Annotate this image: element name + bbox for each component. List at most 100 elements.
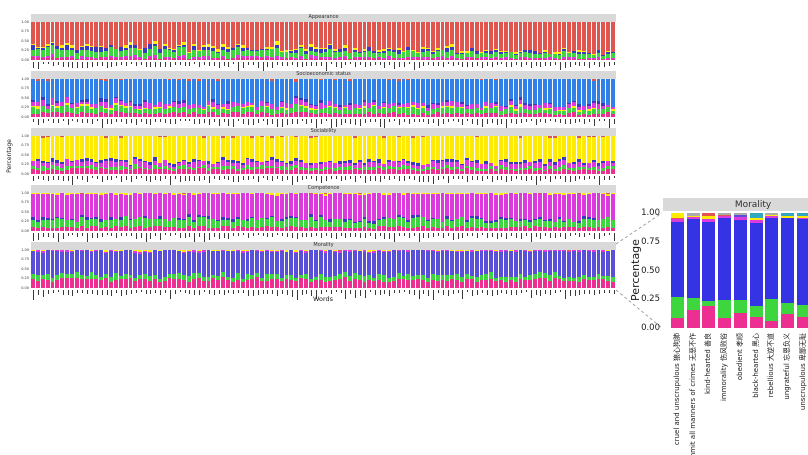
bar-segment-red [119,22,123,47]
bar-segment-violet [138,254,142,275]
bar-segment-green [168,50,172,57]
stacked-bar [94,136,98,175]
stacked-bar [353,250,357,289]
bar-segment-pink [548,281,552,288]
bar-segment-magenta [484,194,488,221]
x-tick-label-smudge [243,290,244,293]
bar-segment-pink [611,114,615,117]
x-tick-label-smudge [287,233,288,237]
stacked-bar [504,193,508,232]
bar-segment-pink [85,113,89,117]
bar-segment-pink [528,114,532,117]
bar-segment-violet [241,253,245,279]
bar-segment-pink [148,58,152,60]
x-tick-label-smudge [355,233,356,237]
stacked-bar [538,79,542,118]
bar-segment-green [143,218,147,228]
x-tick-label-smudge [414,176,415,180]
bar-segment-green [265,219,269,226]
bar-segment-pink [328,227,332,231]
stacked-bar [158,22,162,61]
bar-segment-green [65,220,69,227]
bar-segment-yellow [402,136,406,160]
stacked-bar [377,193,381,232]
x-tick-label-smudge [214,176,215,179]
bar-segment-blue [343,79,347,106]
stacked-bar [246,22,250,61]
bar-segment-pink [172,58,176,60]
x-tick-label-smudge [526,119,527,122]
stacked-bar [241,136,245,175]
stacked-bar [416,250,420,289]
bar-segment-magenta [104,194,108,220]
bar-segment-pink [392,281,396,288]
x-tick-label-smudge [267,119,268,125]
x-tick-label-smudge [506,290,507,294]
bar-segment-violet [70,252,74,274]
bar-segment-violet [402,250,406,276]
bar-segment-blue [270,81,274,104]
bar-segment-pink [246,112,250,117]
bar-segment-yellow [319,136,323,163]
bar-segment-blue [275,79,279,108]
stacked-bar [543,79,547,118]
stacked-bar [392,250,396,289]
bar-segment-yellow [241,136,245,163]
bar-segment-pink [270,227,274,231]
bar-segment-pink [718,318,731,328]
bar-segment-violet [46,250,50,273]
bar-segment-pink [397,59,401,60]
stacked-bar [523,250,527,289]
bar-segment-pink [431,114,435,117]
bar-segment-pink [250,227,254,231]
bar-segment-violet [558,251,562,276]
bar-segment-magenta [163,194,167,219]
x-tick-label-smudge [609,176,610,180]
bar-segment-pink [231,228,235,231]
x-tick-label-smudge [204,233,205,242]
bar-segment-violet [450,251,454,275]
x-tick-label-smudge [375,119,376,122]
bar-segment-green [133,48,137,55]
x-tick-label-smudge [599,62,600,67]
stacked-bar [421,193,425,232]
x-tick-label-smudge [33,290,34,300]
bar-segment-magenta [236,194,240,217]
stacked-bar [426,136,430,175]
stacked-bar [514,193,518,232]
bar-segment-pink [553,59,557,60]
stacked-bar [177,136,181,175]
x-tick-label-smudge [355,62,356,67]
bar-segment-pink [514,114,518,117]
bar-segment-yellow [129,136,133,166]
bar-segment-yellow [597,136,601,164]
bar-segment-blue [246,79,250,103]
bar-segment-green [475,219,479,228]
bar-segment-pink [480,227,484,231]
bar-segment-pink [416,279,420,288]
zoom-panel-plot [663,213,808,328]
stacked-bar [382,22,386,61]
bar-segment-magenta [207,193,211,216]
bar-segment-pink [402,169,406,174]
stacked-bar [51,193,55,232]
bar-segment-red [558,22,562,52]
bar-segment-pink [606,227,610,231]
bar-segment-yellow [553,138,557,162]
stacked-bar [129,79,133,118]
stacked-bar [328,250,332,289]
bar-segment-pink [55,58,59,60]
zoom-stacked-bar [671,213,684,328]
bar-segment-yellow [582,136,586,164]
bar-segment-pink [489,113,493,117]
bar-segment-red [538,22,542,54]
bar-segment-red [377,22,381,50]
bar-segment-violet [606,251,610,276]
bar-segment-yellow [133,136,137,157]
x-tick-label-smudge [72,176,73,185]
bar-segment-pink [158,169,162,174]
stacked-bar [558,136,562,175]
bar-segment-blue [328,79,332,102]
bar-segment-green [114,105,118,112]
stacked-bar [445,250,449,289]
